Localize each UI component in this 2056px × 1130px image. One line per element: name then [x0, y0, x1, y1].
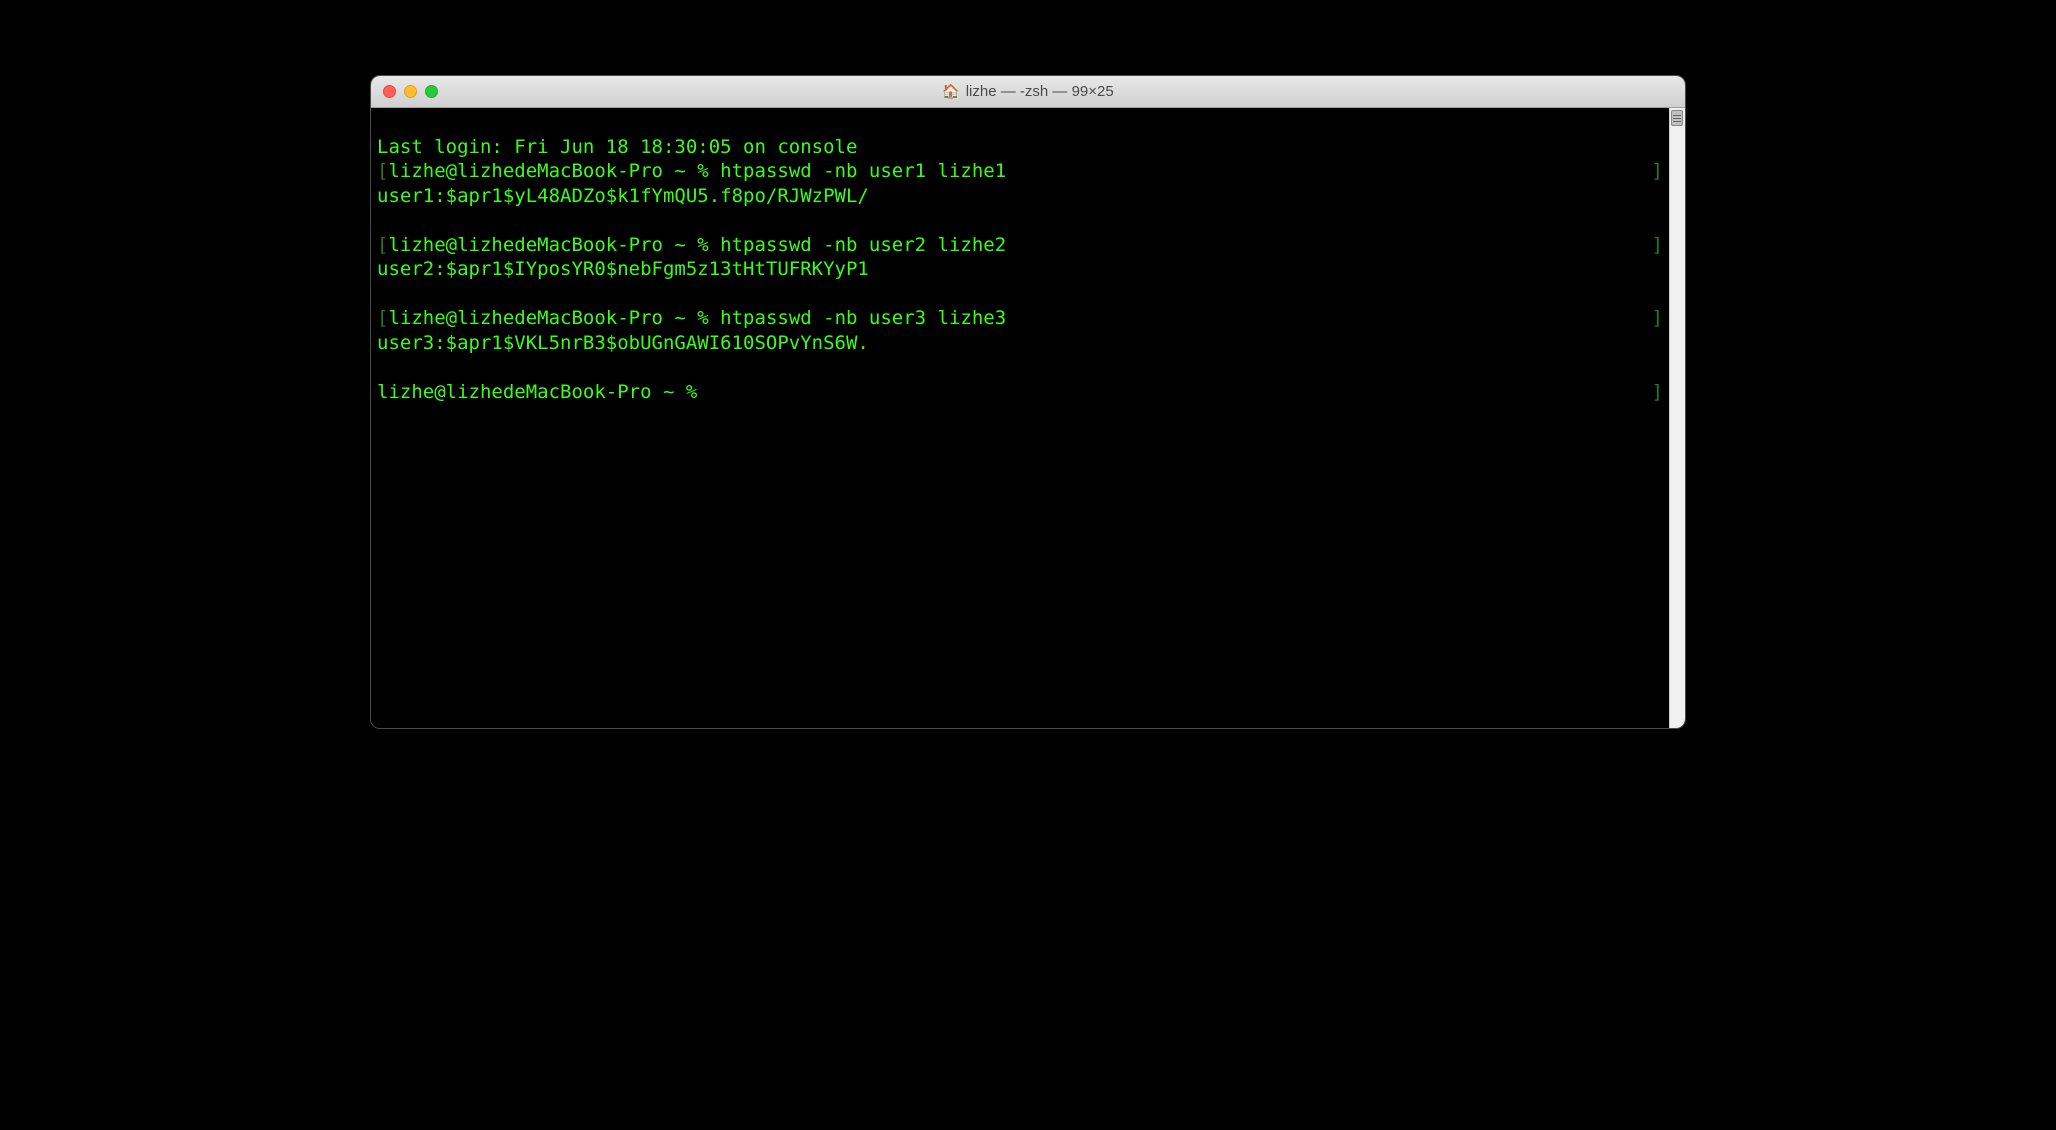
titlebar[interactable]: 🏠 lizhe — -zsh — 99×25: [371, 76, 1685, 108]
maximize-button[interactable]: [425, 85, 438, 98]
output-line: user1:$apr1$yL48ADZo$k1fYmQU5.f8po/RJWzP…: [377, 184, 1663, 209]
prompt-row: [lizhe@lizhedeMacBook-Pro ~ % htpasswd -…: [377, 159, 1663, 184]
close-button[interactable]: [383, 85, 396, 98]
bracket-close: ]: [1652, 233, 1663, 258]
home-icon: 🏠: [942, 83, 959, 100]
blank-line: [377, 282, 1663, 307]
bracket-close: ]: [1652, 306, 1663, 331]
prompt-row: [lizhe@lizhedeMacBook-Pro ~ % htpasswd -…: [377, 233, 1663, 258]
output-line: user2:$apr1$IYposYR0$nebFgm5z13tHtTUFRKY…: [377, 257, 1663, 282]
grip-icon: [1672, 111, 1682, 125]
window-title: 🏠 lizhe — -zsh — 99×25: [942, 83, 1113, 100]
scrollbar-thumb[interactable]: [1671, 110, 1683, 126]
traffic-lights: [383, 85, 438, 98]
scrollbar[interactable]: [1669, 108, 1685, 728]
bracket-open: [lizhe@lizhedeMacBook-Pro ~ % htpasswd -…: [377, 306, 1006, 331]
prompt-row: [lizhe@lizhedeMacBook-Pro ~ % htpasswd -…: [377, 306, 1663, 331]
bracket-close: ]: [1652, 159, 1663, 184]
command-text: lizhe@lizhedeMacBook-Pro ~ % htpasswd -n…: [388, 234, 1006, 256]
terminal-content[interactable]: Last login: Fri Jun 18 18:30:05 on conso…: [371, 108, 1669, 728]
command-text: lizhe@lizhedeMacBook-Pro ~ % htpasswd -n…: [388, 160, 1006, 182]
bracket-open: [lizhe@lizhedeMacBook-Pro ~ % htpasswd -…: [377, 159, 1006, 184]
title-text: lizhe — -zsh — 99×25: [966, 83, 1114, 100]
blank-line: [377, 355, 1663, 380]
output-line: user3:$apr1$VKL5nrB3$obUGnGAWI610SOPvYnS…: [377, 331, 1663, 356]
command-text: lizhe@lizhedeMacBook-Pro ~ % htpasswd -n…: [388, 307, 1006, 329]
terminal-window: 🏠 lizhe — -zsh — 99×25 Last login: Fri J…: [370, 75, 1686, 729]
last-login-line: Last login: Fri Jun 18 18:30:05 on conso…: [377, 135, 1663, 160]
bracket-open: [lizhe@lizhedeMacBook-Pro ~ % htpasswd -…: [377, 233, 1006, 258]
final-prompt-row: lizhe@lizhedeMacBook-Pro ~ % ]: [377, 380, 1663, 405]
terminal-body: Last login: Fri Jun 18 18:30:05 on conso…: [371, 108, 1685, 728]
blank-line: [377, 208, 1663, 233]
final-prompt: lizhe@lizhedeMacBook-Pro ~ %: [377, 380, 709, 405]
bracket-close: ]: [1652, 380, 1663, 405]
minimize-button[interactable]: [404, 85, 417, 98]
